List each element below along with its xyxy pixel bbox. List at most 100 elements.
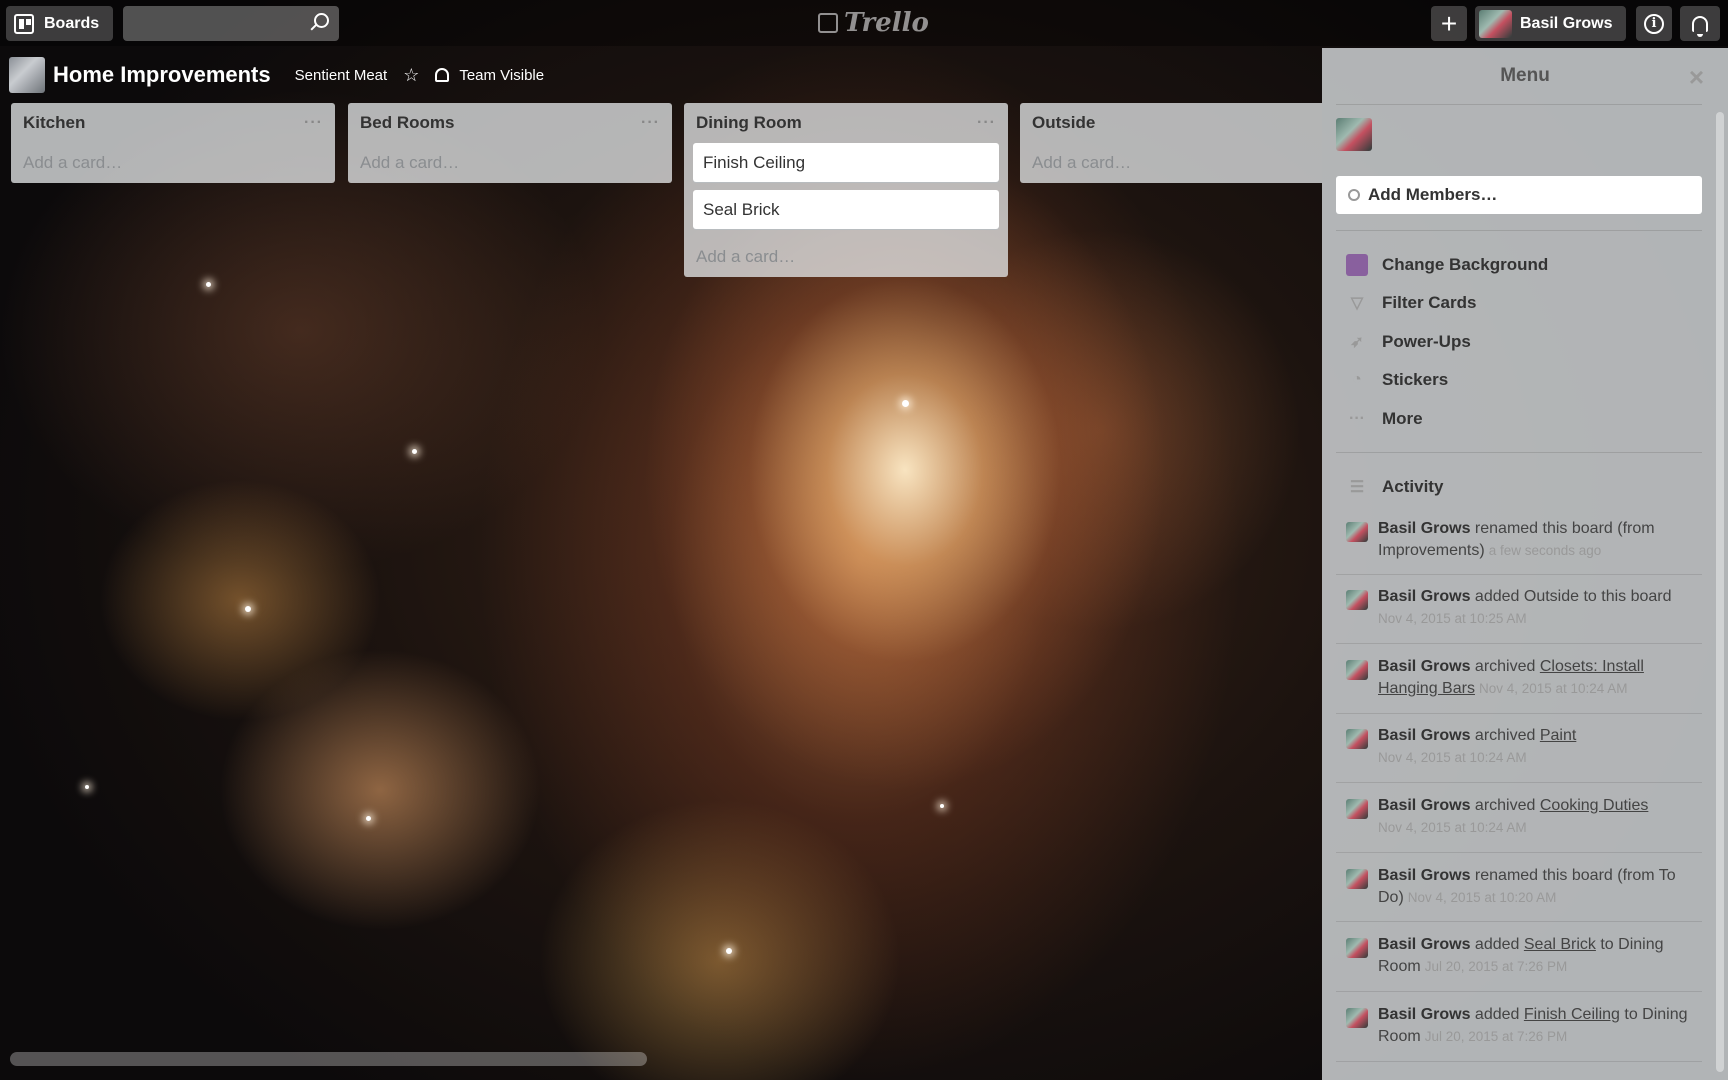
avatar[interactable]	[1346, 1008, 1368, 1028]
avatar[interactable]	[1346, 869, 1368, 889]
info-button[interactable]: i	[1636, 6, 1672, 41]
menu-item-label: Change Background	[1382, 255, 1549, 274]
background-star	[206, 282, 211, 287]
info-icon: i	[1644, 13, 1664, 34]
team-visible-icon	[435, 68, 450, 82]
avatar[interactable]	[1346, 590, 1368, 610]
member-avatar[interactable]	[1336, 118, 1372, 151]
list-title[interactable]: Kitchen	[23, 113, 85, 133]
horizontal-scrollbar[interactable]	[10, 1052, 647, 1066]
menu-item-more[interactable]: ··· More	[1346, 405, 1423, 433]
activity-card-link[interactable]: Finish Ceiling	[1524, 1006, 1620, 1023]
search-input[interactable]	[123, 6, 339, 41]
activity-time[interactable]: Nov 4, 2015 at 10:24 AM	[1378, 820, 1527, 835]
add-members-button[interactable]: Add Members…	[1336, 176, 1702, 214]
background-star	[245, 606, 251, 612]
activity-time[interactable]: a few seconds ago	[1489, 543, 1602, 558]
avatar[interactable]	[1346, 660, 1368, 680]
list-title[interactable]: Outside	[1032, 113, 1095, 133]
activity-item: Basil Grows renamed this board (from Imp…	[1346, 518, 1702, 562]
activity-time[interactable]: Jul 20, 2015 at 7:26 PM	[1425, 1029, 1568, 1044]
team-name[interactable]: Sentient Meat	[295, 67, 388, 84]
activity-user[interactable]: Basil Grows	[1378, 588, 1470, 605]
activity-action: archived	[1470, 658, 1540, 675]
activity-card-link[interactable]: Seal Brick	[1524, 936, 1596, 953]
menu-item-filter-cards[interactable]: ▽ Filter Cards	[1346, 289, 1477, 317]
menu-item-stickers[interactable]: ◔ Stickers	[1346, 366, 1448, 394]
divider	[1336, 713, 1702, 714]
activity-action: added	[1470, 936, 1524, 953]
user-name: Basil Grows	[1520, 14, 1613, 32]
menu-title: Menu	[1500, 65, 1550, 86]
list-outside[interactable]: Outside Add a card…	[1020, 103, 1322, 183]
list-menu-icon[interactable]: ···	[641, 114, 660, 132]
visibility-label[interactable]: Team Visible	[459, 67, 544, 84]
list-header[interactable]: Outside	[1020, 103, 1322, 143]
activity-time[interactable]: Jul 20, 2015 at 7:26 PM	[1425, 959, 1568, 974]
list-kitchen[interactable]: Kitchen ··· Add a card…	[11, 103, 335, 183]
activity-user[interactable]: Basil Grows	[1378, 727, 1470, 744]
card-seal-brick[interactable]: Seal Brick	[693, 190, 999, 229]
bell-icon	[1692, 15, 1708, 37]
activity-time[interactable]: Nov 4, 2015 at 10:20 AM	[1408, 890, 1557, 905]
activity-item: Basil Grows archived Cooking Duties Nov 4…	[1346, 795, 1702, 839]
card-finish-ceiling[interactable]: Finish Ceiling	[693, 143, 999, 182]
activity-text: Basil Grows added Finish Ceiling to Dini…	[1378, 1004, 1702, 1048]
ellipsis-icon: ···	[1349, 410, 1365, 427]
user-menu-button[interactable]: Basil Grows	[1475, 6, 1626, 41]
menu-item-label: Filter Cards	[1382, 293, 1477, 312]
create-button[interactable]: +	[1431, 6, 1467, 41]
activity-text: Basil Grows renamed this board (from Imp…	[1378, 518, 1702, 562]
menu-item-power-ups[interactable]: ➶ Power-Ups	[1346, 328, 1471, 356]
list-dining-room[interactable]: Dining Room ··· Finish Ceiling Seal Bric…	[684, 103, 1008, 277]
list-title[interactable]: Bed Rooms	[360, 113, 454, 133]
activity-card-link[interactable]: Paint	[1540, 727, 1576, 744]
activity-card-link[interactable]: Cooking Duties	[1540, 797, 1649, 814]
background-star	[412, 449, 417, 454]
activity-item: Basil Grows added Seal Brick to Dining R…	[1346, 934, 1702, 978]
boards-button[interactable]: Boards	[6, 6, 113, 41]
list-bed-rooms[interactable]: Bed Rooms ··· Add a card…	[348, 103, 672, 183]
avatar[interactable]	[1346, 938, 1368, 958]
activity-time[interactable]: Nov 4, 2015 at 10:24 AM	[1378, 750, 1527, 765]
list-header[interactable]: Kitchen ···	[11, 103, 335, 143]
board-menu: Menu × Add Members… Change Background ▽ …	[1322, 48, 1728, 1080]
menu-item-change-background[interactable]: Change Background	[1346, 251, 1548, 279]
activity-user[interactable]: Basil Grows	[1378, 520, 1470, 537]
search-icon[interactable]	[314, 13, 329, 28]
close-icon[interactable]: ×	[1689, 62, 1704, 93]
board-title[interactable]: Home Improvements	[53, 62, 271, 88]
activity-user[interactable]: Basil Grows	[1378, 936, 1470, 953]
list-menu-icon[interactable]: ···	[304, 114, 323, 132]
add-member-icon	[1348, 189, 1360, 201]
activity-time[interactable]: Nov 4, 2015 at 10:25 AM	[1378, 611, 1527, 626]
activity-user[interactable]: Basil Grows	[1378, 658, 1470, 675]
add-card-button[interactable]: Add a card…	[11, 143, 335, 183]
background-star	[726, 948, 732, 954]
activity-time[interactable]: Nov 4, 2015 at 10:24 AM	[1479, 681, 1628, 696]
logo-text: Trello	[844, 8, 929, 38]
activity-user[interactable]: Basil Grows	[1378, 797, 1470, 814]
list-menu-icon[interactable]: ···	[977, 114, 996, 132]
add-card-button[interactable]: Add a card…	[1020, 143, 1322, 183]
star-icon[interactable]: ☆	[403, 65, 419, 86]
activity-item: Basil Grows archived Closets: Install Ha…	[1346, 656, 1702, 700]
add-card-button[interactable]: Add a card…	[684, 237, 1008, 277]
menu-item-label: More	[1382, 409, 1423, 428]
activity-user[interactable]: Basil Grows	[1378, 867, 1470, 884]
activity-action: added	[1470, 1006, 1524, 1023]
trello-logo[interactable]: Trello	[818, 8, 929, 38]
add-card-button[interactable]: Add a card…	[348, 143, 672, 183]
avatar[interactable]	[1346, 799, 1368, 819]
board-header: Home Improvements Sentient Meat ☆ Team V…	[9, 56, 560, 94]
avatar[interactable]	[1346, 729, 1368, 749]
avatar[interactable]	[1346, 522, 1368, 542]
list-title[interactable]: Dining Room	[696, 113, 802, 133]
list-header[interactable]: Dining Room ···	[684, 103, 1008, 143]
notifications-button[interactable]	[1680, 6, 1720, 41]
activity-user[interactable]: Basil Grows	[1378, 1006, 1470, 1023]
background-star	[940, 804, 944, 808]
list-header[interactable]: Bed Rooms ···	[348, 103, 672, 143]
divider	[1336, 921, 1702, 922]
menu-scrollbar[interactable]	[1716, 112, 1724, 1072]
